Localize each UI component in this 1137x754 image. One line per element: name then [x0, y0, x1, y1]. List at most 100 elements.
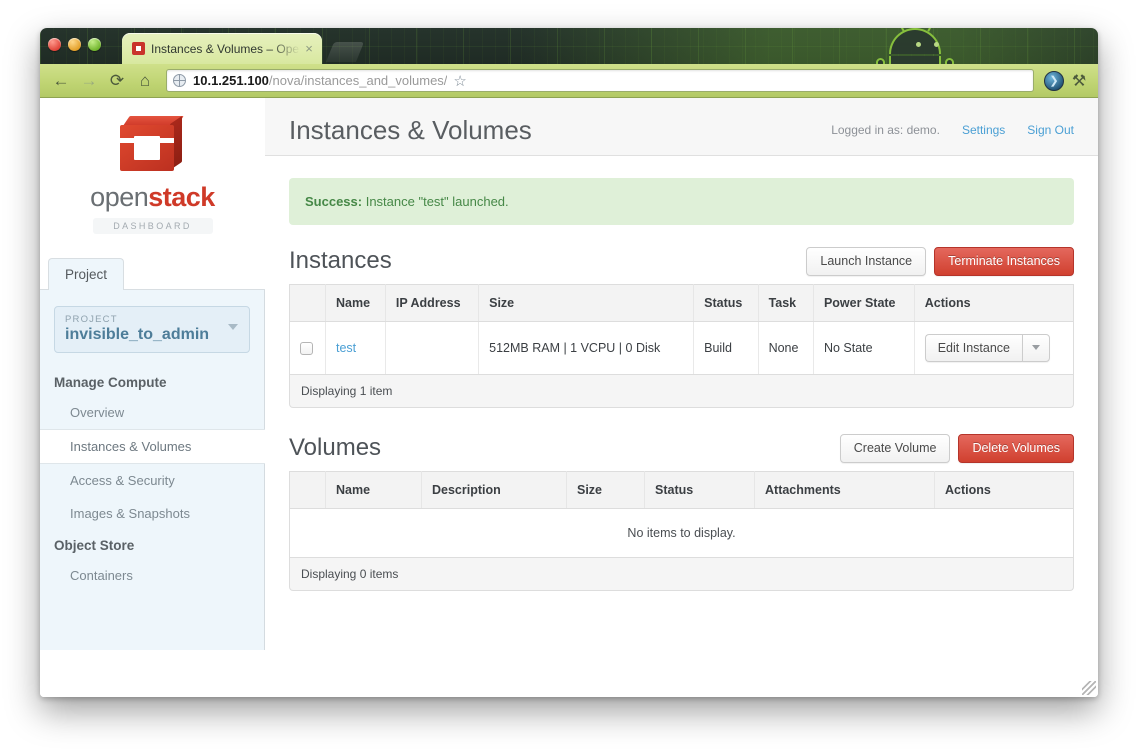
main-content: Instances & Volumes Logged in as: demo. … — [265, 98, 1098, 697]
volumes-col-status: Status — [645, 471, 755, 508]
tab-project[interactable]: Project — [48, 258, 124, 290]
instances-col-task: Task — [758, 284, 813, 321]
close-tab-icon[interactable]: × — [302, 42, 316, 56]
instances-col-status: Status — [694, 284, 758, 321]
volumes-empty-message: No items to display. — [290, 508, 1074, 557]
sign-out-link[interactable]: Sign Out — [1027, 123, 1074, 137]
sidebar-item-access-and-security[interactable]: Access & Security — [40, 464, 264, 497]
instances-title: Instances — [289, 247, 392, 275]
forward-button-icon[interactable]: → — [76, 68, 102, 94]
openstack-logo-icon — [120, 116, 186, 178]
edit-instance-dropdown-toggle[interactable] — [1022, 334, 1050, 363]
project-selector-label: PROJECT — [65, 314, 239, 325]
close-window-button[interactable] — [48, 38, 61, 51]
volumes-table-footer: Displaying 0 items — [289, 558, 1074, 591]
volumes-col-size: Size — [567, 471, 645, 508]
volumes-col-select — [290, 471, 326, 508]
alert-message: Instance "test" launched. — [366, 194, 509, 209]
volumes-actions: Create Volume Delete Volumes — [840, 434, 1074, 463]
logged-in-as-label: Logged in as: demo. — [831, 123, 940, 137]
url-host: 10.1.251.100 — [193, 73, 269, 88]
sidebar-item-images-and-snapshots[interactable]: Images & Snapshots — [40, 497, 264, 530]
volumes-col-description: Description — [422, 471, 567, 508]
window-controls — [48, 38, 101, 51]
address-bar[interactable]: 10.1.251.100/nova/instances_and_volumes/… — [166, 69, 1034, 92]
sidebar-nav-panel: PROJECT invisible_to_admin Manage Comput… — [40, 290, 265, 650]
caret-down-icon — [1032, 345, 1040, 350]
sidebar-item-instances-and-volumes[interactable]: Instances & Volumes — [40, 429, 265, 464]
nav-heading-object-store: Object Store — [40, 530, 264, 559]
edit-instance-split-button: Edit Instance — [925, 334, 1050, 363]
row-select-checkbox[interactable] — [300, 342, 313, 355]
instances-section-header: Instances Launch Instance Terminate Inst… — [289, 247, 1074, 276]
instance-status-cell: Build — [694, 321, 758, 375]
instances-table-footer: Displaying 1 item — [289, 375, 1074, 408]
openstack-favicon-icon — [132, 42, 145, 55]
instance-size-cell: 512MB RAM | 1 VCPU | 0 Disk — [479, 321, 694, 375]
instance-ip-cell — [385, 321, 478, 375]
instance-actions-cell: Edit Instance — [914, 321, 1073, 375]
create-volume-button[interactable]: Create Volume — [840, 434, 951, 463]
volumes-empty-row: No items to display. — [290, 508, 1074, 557]
sidebar-item-containers[interactable]: Containers — [40, 559, 264, 592]
instances-col-power-state: Power State — [813, 284, 914, 321]
nav-heading-manage-compute: Manage Compute — [40, 367, 264, 396]
instance-name-link[interactable]: test — [336, 341, 356, 355]
edit-instance-button[interactable]: Edit Instance — [925, 334, 1022, 363]
volumes-col-attachments: Attachments — [755, 471, 935, 508]
sidebar-item-overview[interactable]: Overview — [40, 396, 264, 429]
url-path: /nova/instances_and_volumes/ — [269, 73, 448, 88]
page-viewport: openstack DASHBOARD Project PROJECT invi… — [40, 98, 1098, 697]
globe-icon — [173, 74, 186, 87]
bookmark-star-icon[interactable]: ☆ — [453, 72, 466, 90]
volumes-col-actions: Actions — [935, 471, 1074, 508]
instances-col-ip-address: IP Address — [385, 284, 478, 321]
instance-row-checkbox-cell — [290, 321, 326, 375]
sidebar: openstack DASHBOARD Project PROJECT invi… — [40, 98, 265, 697]
instance-power-state-cell: No State — [813, 321, 914, 375]
browser-tab[interactable]: Instances & Volumes – Open × — [122, 33, 322, 64]
terminate-instances-button[interactable]: Terminate Instances — [934, 247, 1074, 276]
dashboard-layout: openstack DASHBOARD Project PROJECT invi… — [40, 98, 1098, 697]
sidebar-tabs: Project — [40, 258, 265, 290]
volumes-table: Name Description Size Status Attachments… — [289, 471, 1074, 558]
volumes-section-header: Volumes Create Volume Delete Volumes — [289, 434, 1074, 463]
window-resize-grip[interactable] — [1082, 681, 1096, 695]
browser-tab-title: Instances & Volumes – Open — [151, 42, 300, 56]
page-header: Instances & Volumes Logged in as: demo. … — [265, 98, 1098, 156]
reload-button-icon[interactable]: ⟳ — [104, 68, 130, 94]
brand-stack: stack — [148, 182, 215, 212]
brand-wordmark: openstack — [40, 184, 265, 211]
instances-table-header-row: Name IP Address Size Status Task Power S… — [290, 284, 1074, 321]
instances-actions: Launch Instance Terminate Instances — [806, 247, 1074, 276]
openstack-brand: openstack DASHBOARD — [40, 98, 265, 240]
volumes-col-name: Name — [326, 471, 422, 508]
success-alert: Success: Instance "test" launched. — [289, 178, 1074, 225]
back-button-icon[interactable]: ← — [48, 68, 74, 94]
home-button-icon[interactable]: ⌂ — [132, 68, 158, 94]
project-selector-value: invisible_to_admin — [65, 326, 239, 344]
instances-table: Name IP Address Size Status Task Power S… — [289, 284, 1074, 376]
user-bar: Logged in as: demo. Settings Sign Out — [831, 123, 1074, 143]
browser-tabstrip: Instances & Volumes – Open × — [40, 28, 1098, 64]
instances-col-name: Name — [326, 284, 386, 321]
wrench-menu-icon[interactable]: ⚒ — [1068, 70, 1090, 92]
instance-task-cell: None — [758, 321, 813, 375]
browser-toolbar: ← → ⟳ ⌂ 10.1.251.100/nova/instances_and_… — [40, 64, 1098, 98]
brand-subtitle: DASHBOARD — [93, 218, 213, 234]
minimize-window-button[interactable] — [68, 38, 81, 51]
page-title: Instances & Volumes — [289, 117, 532, 143]
project-selector[interactable]: PROJECT invisible_to_admin — [54, 306, 250, 353]
maximize-window-button[interactable] — [88, 38, 101, 51]
instance-name-cell: test — [326, 321, 386, 375]
content-body: Success: Instance "test" launched. Insta… — [265, 156, 1098, 591]
launch-instance-button[interactable]: Launch Instance — [806, 247, 926, 276]
extension-icon[interactable]: ❯ — [1044, 71, 1064, 91]
volumes-table-header-row: Name Description Size Status Attachments… — [290, 471, 1074, 508]
settings-link[interactable]: Settings — [962, 123, 1005, 137]
address-bar-url: 10.1.251.100/nova/instances_and_volumes/ — [193, 73, 447, 88]
delete-volumes-button[interactable]: Delete Volumes — [958, 434, 1074, 463]
volumes-title: Volumes — [289, 434, 381, 462]
instances-col-size: Size — [479, 284, 694, 321]
brand-open: open — [90, 182, 148, 212]
